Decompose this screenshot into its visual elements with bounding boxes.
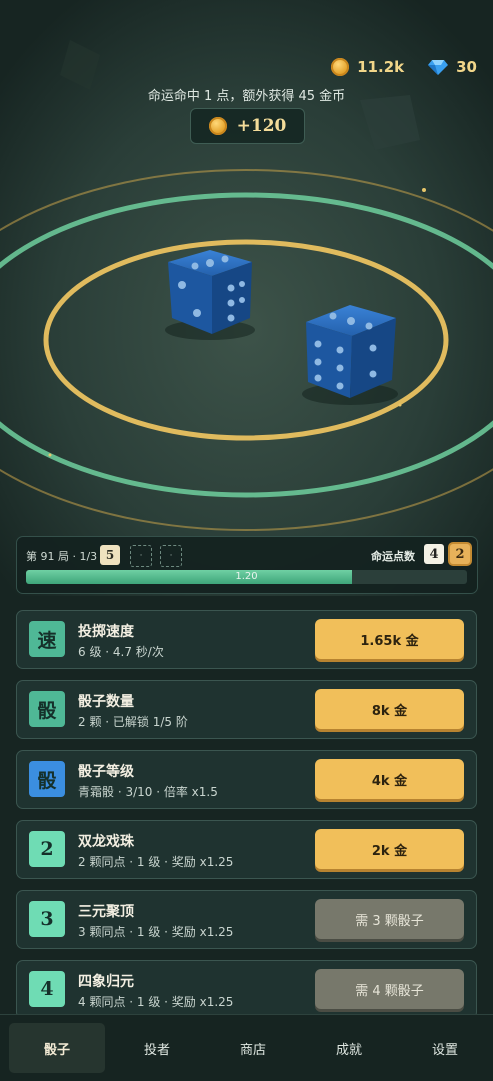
die-one: [165, 250, 255, 340]
round-panel: 第 91 局 · 1/3 5 · · 命运点数 4 2 1.20: [16, 536, 478, 594]
reward-amount: +120: [236, 116, 287, 136]
roll-slot: ·: [130, 545, 152, 567]
upgrade-buy-button[interactable]: 2k 金: [315, 829, 464, 869]
coin-icon: [208, 117, 227, 135]
upgrade-buy-button[interactable]: 1.65k 金: [315, 619, 464, 659]
upgrade-card: 4 四象归元 4 颗同点 · 1 级 · 奖励 x1.25 需 4 颗骰子: [16, 960, 477, 1019]
dice-arena[interactable]: 11.2k 30 命运命中 1 点，额外获得 45 金币 +120 第 91 局…: [0, 0, 493, 596]
reward-popup: +120: [190, 108, 305, 144]
round-progress-bar: 1.20: [26, 570, 467, 584]
tab-thrower[interactable]: 投者: [109, 1015, 205, 1081]
gem-count: 30: [456, 58, 477, 76]
coin-count: 11.2k: [357, 58, 405, 76]
upgrade-badge: 骰: [29, 691, 65, 727]
tab-dice[interactable]: 骰子: [9, 1023, 105, 1073]
upgrade-subtitle: 2 颗同点 · 1 级 · 奖励 x1.25: [78, 855, 234, 869]
upgrade-title: 骰子等级: [78, 764, 134, 780]
upgrade-badge: 3: [29, 901, 65, 937]
upgrade-subtitle: 青霜骰 · 3/10 · 倍率 x1.5: [78, 785, 218, 799]
upgrade-card: 骰骰子数量 2 颗 · 已解锁 1/5 阶 8k 金: [16, 680, 477, 739]
upgrade-title: 四象归元: [78, 974, 134, 990]
upgrade-buy-button[interactable]: 4k 金: [315, 759, 464, 799]
die-two: [302, 305, 398, 405]
fate-point: 4: [424, 544, 444, 564]
bottom-tab-bar: 骰子 投者 商店 成就 设置: [0, 1014, 493, 1081]
upgrade-subtitle: 3 颗同点 · 1 级 · 奖励 x1.25: [78, 925, 234, 939]
upgrade-buy-button[interactable]: 需 3 颗骰子: [315, 899, 464, 939]
upgrade-title: 骰子数量: [78, 694, 134, 710]
upgrade-card: 速投掷速度 6 级 · 4.7 秒/次 1.65k 金: [16, 610, 477, 669]
tab-achievements[interactable]: 成就: [301, 1015, 397, 1081]
tab-settings[interactable]: 设置: [397, 1015, 493, 1081]
upgrade-subtitle: 6 级 · 4.7 秒/次: [78, 645, 164, 659]
upgrade-card: 骰骰子等级青霜骰 · 3/10 · 倍率 x1.5 4k 金: [16, 750, 477, 809]
upgrade-title: 三元聚顶: [78, 904, 134, 920]
fate-point: 2: [450, 544, 470, 564]
upgrade-title: 投掷速度: [78, 624, 134, 640]
upgrade-badge: 骰: [29, 761, 65, 797]
roll-slot: ·: [160, 545, 182, 567]
upgrade-title: 双龙戏珠: [78, 834, 134, 850]
round-progress-text: 1.20: [235, 571, 258, 582]
tab-shop[interactable]: 商店: [205, 1015, 301, 1081]
diamond-icon: [428, 60, 449, 75]
upgrade-card: 2 双龙戏珠 2 颗同点 · 1 级 · 奖励 x1.25 2k 金: [16, 820, 477, 879]
currency-bar: 11.2k 30: [331, 58, 477, 76]
upgrade-subtitle: 4 颗同点 · 1 级 · 奖励 x1.25: [78, 995, 234, 1009]
upgrade-buy-button[interactable]: 8k 金: [315, 689, 464, 729]
upgrade-subtitle: 2 颗 · 已解锁 1/5 阶: [78, 715, 188, 729]
upgrade-badge: 2: [29, 831, 65, 867]
upgrade-card: 3 三元聚顶 3 颗同点 · 1 级 · 奖励 x1.25 需 3 颗骰子: [16, 890, 477, 949]
upgrade-badge: 4: [29, 971, 65, 1007]
fate-points-label: 命运点数: [371, 550, 415, 563]
roll-slot: 5: [100, 545, 120, 565]
fate-message: 命运命中 1 点，额外获得 45 金币: [147, 89, 346, 104]
upgrade-buy-button[interactable]: 需 4 颗骰子: [315, 969, 464, 1009]
coin-icon: [331, 58, 350, 76]
upgrade-list: 速投掷速度 6 级 · 4.7 秒/次 1.65k 金骰骰子数量 2 颗 · 已解锁 …: [16, 610, 477, 1030]
upgrade-badge: 速: [29, 621, 65, 657]
round-label: 第 91 局 · 1/3: [26, 550, 98, 563]
